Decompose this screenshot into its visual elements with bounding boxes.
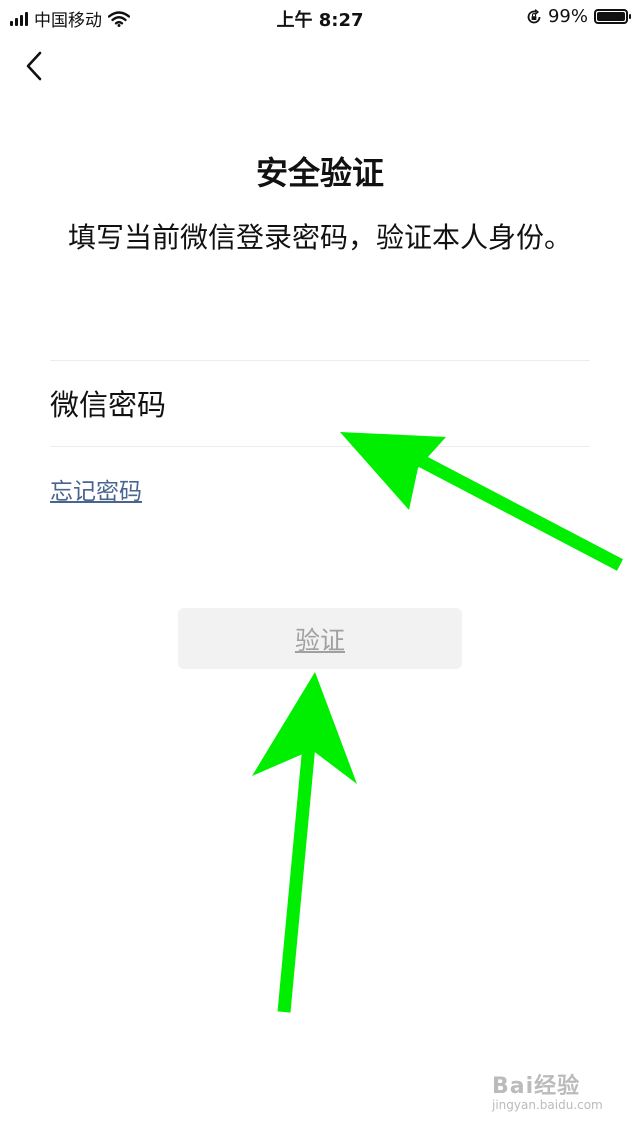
- battery-percent: 99%: [547, 6, 588, 27]
- arrow-to-verify-button: [252, 672, 357, 1013]
- status-bar: 中国移动 上午 8:27 99%: [0, 0, 640, 34]
- password-input[interactable]: [50, 372, 590, 438]
- field-bottom-divider: [50, 446, 590, 447]
- page-subtitle: 填写当前微信登录密码，验证本人身份。: [67, 221, 572, 254]
- verify-button[interactable]: 验证: [178, 608, 462, 669]
- baidu-watermark: Bai经验 jingyan.baidu.com: [492, 1068, 612, 1118]
- orientation-lock-icon: [527, 8, 541, 23]
- forgot-password-link[interactable]: 忘记密码: [50, 472, 142, 506]
- watermark-url: jingyan.baidu.com: [492, 1098, 603, 1112]
- watermark-text: Bai经验: [492, 1074, 581, 1099]
- chevron-left-icon: [26, 51, 42, 81]
- arrow-to-password-field: [340, 432, 624, 571]
- status-right: 99%: [526, 6, 631, 27]
- battery-icon: [594, 9, 631, 24]
- field-top-divider: [50, 360, 590, 361]
- back-button[interactable]: [18, 50, 52, 84]
- battery-level: [597, 12, 625, 21]
- page-title: 安全验证: [255, 154, 384, 192]
